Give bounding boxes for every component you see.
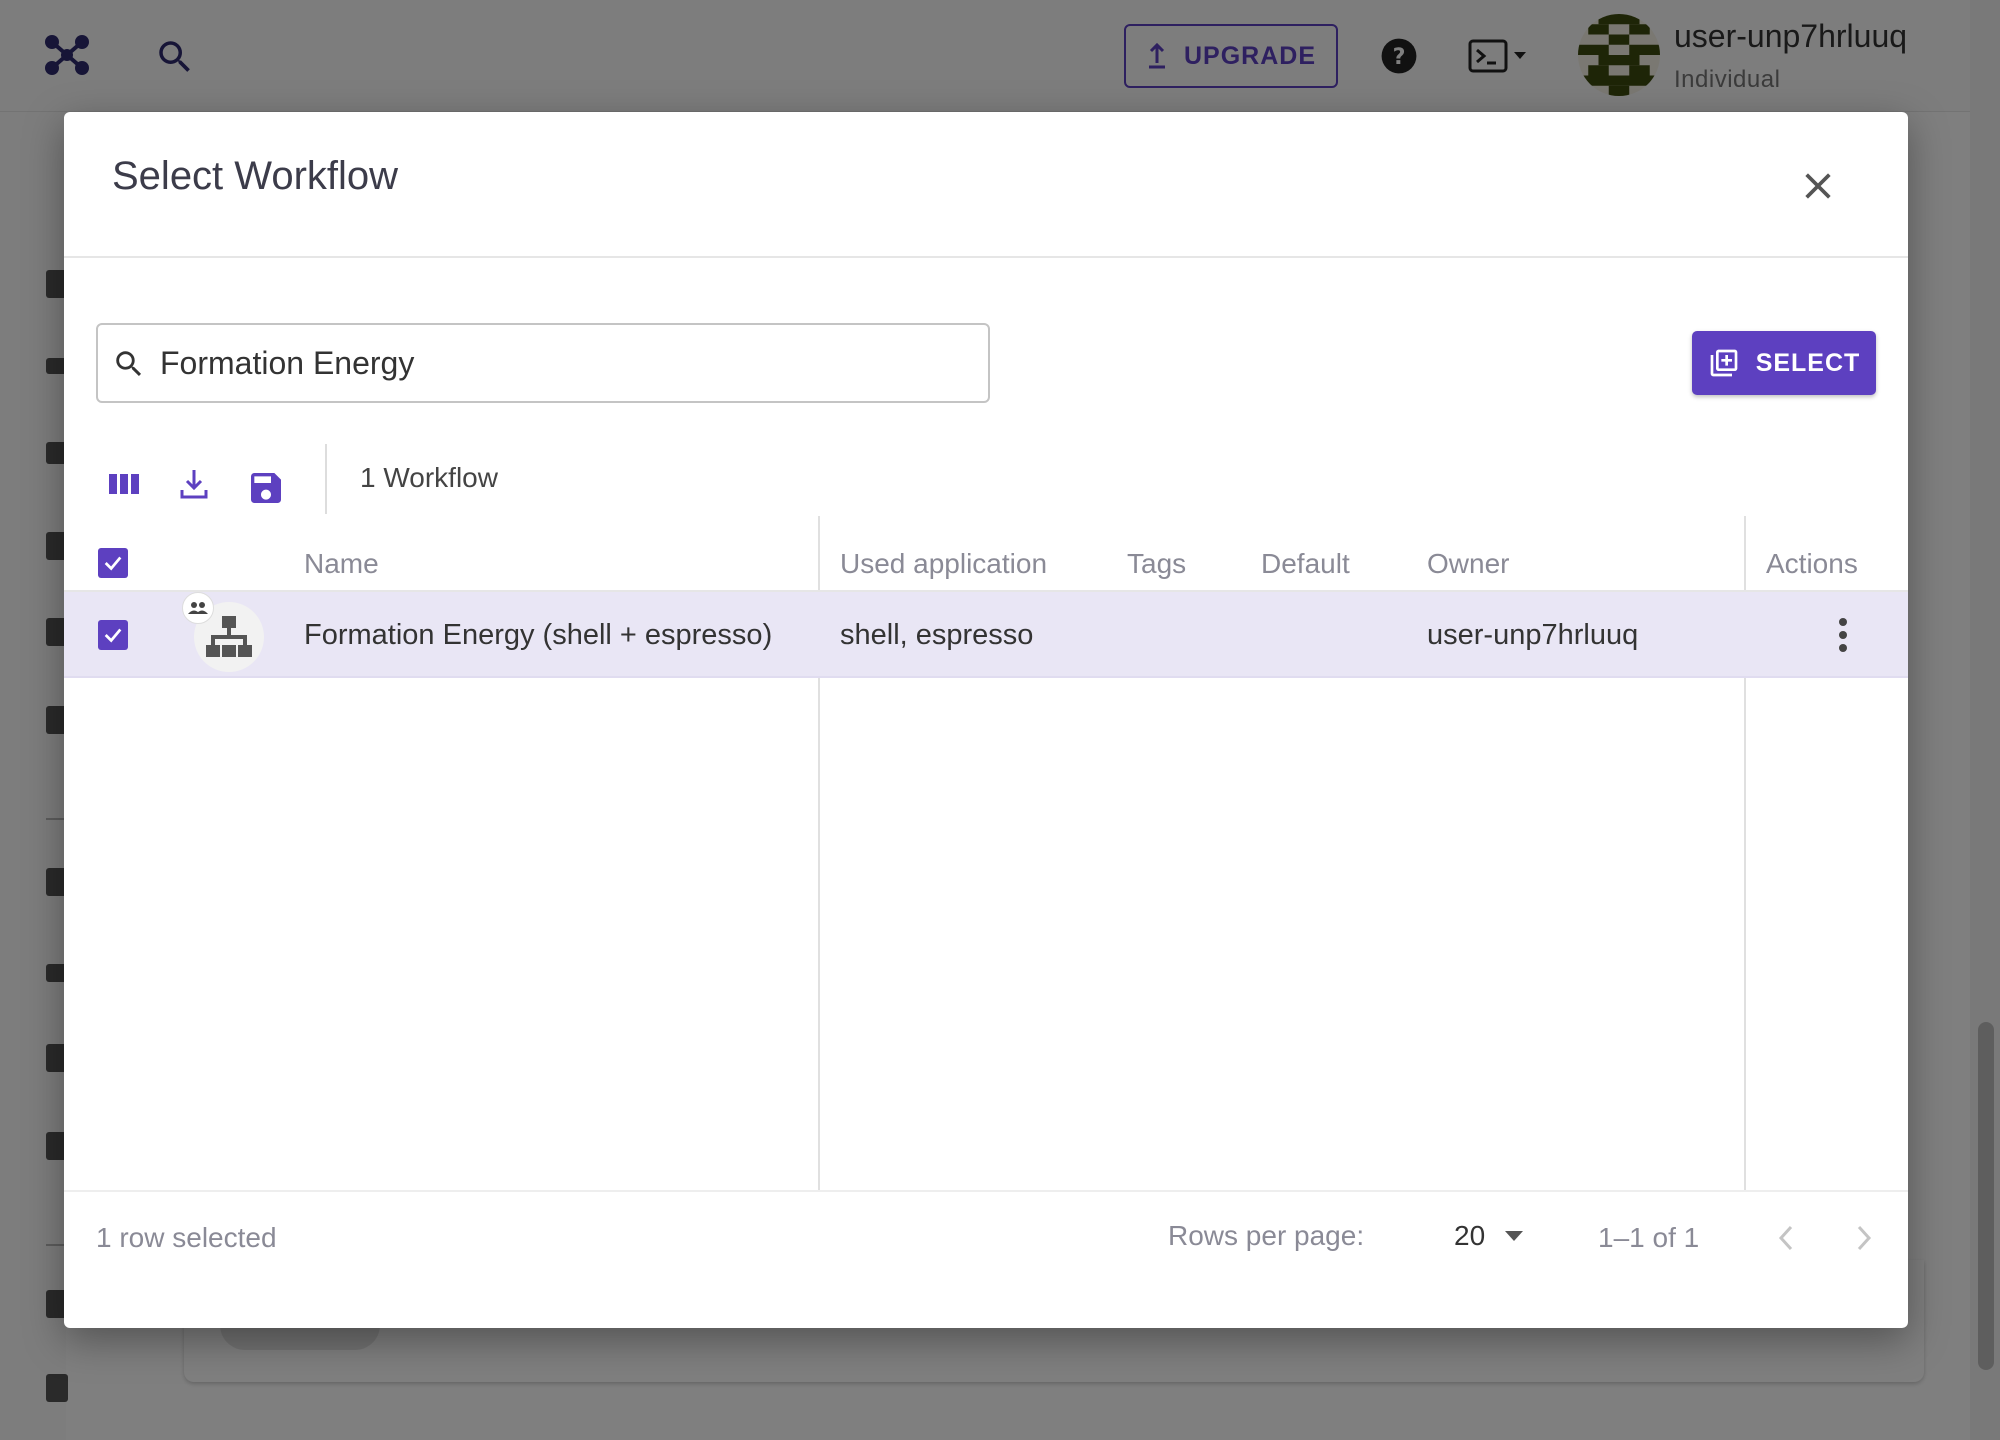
workflow-count: 1 Workflow [360, 462, 498, 493]
row-checkbox[interactable] [98, 620, 128, 650]
column-header-default[interactable]: Default [1261, 536, 1350, 592]
row-used-application: shell, espresso [840, 619, 1034, 651]
view-column-icon [109, 474, 139, 494]
select-workflow-dialog: Select Workflow SELECT 1 Workflo [64, 112, 1908, 1328]
download-icon [180, 470, 208, 499]
shared-badge [182, 592, 214, 624]
select-label: SELECT [1755, 348, 1861, 377]
select-button[interactable]: SELECT [1692, 331, 1876, 395]
search-icon [116, 351, 142, 377]
more-vertical-icon [1839, 618, 1847, 652]
rows-per-page-label: Rows per page: [1168, 1220, 1365, 1251]
download-button[interactable] [170, 460, 218, 508]
arrow-drop-down-icon [1505, 1231, 1524, 1241]
column-header-used-application[interactable]: Used application [840, 536, 1047, 592]
library-add-icon [1710, 349, 1738, 377]
chevron-left-icon [1778, 1225, 1793, 1251]
dialog-header: Select Workflow [64, 112, 1908, 258]
close-button[interactable] [1794, 162, 1842, 210]
column-header-actions: Actions [1766, 548, 1858, 579]
rows-per-page-select[interactable]: 20 [1454, 1214, 1544, 1258]
toolbar-divider [325, 444, 327, 514]
search-input[interactable] [160, 339, 970, 387]
row-owner: user-unp7hrluuq [1427, 619, 1639, 651]
prev-page-button[interactable] [1764, 1216, 1808, 1260]
selection-count: 1 row selected [96, 1222, 277, 1253]
check-icon [104, 628, 122, 643]
row-actions-button[interactable] [1819, 610, 1867, 660]
close-icon [1805, 173, 1831, 199]
pagination-range: 1–1 of 1 [1598, 1222, 1700, 1253]
column-header-owner[interactable]: Owner [1427, 536, 1509, 592]
next-page-button[interactable] [1842, 1216, 1886, 1260]
select-all-checkbox[interactable] [98, 548, 128, 578]
column-header-tags[interactable]: Tags [1127, 536, 1186, 592]
row-name: Formation Energy (shell + espresso) [304, 619, 773, 651]
check-icon [104, 556, 122, 571]
save-button[interactable] [242, 464, 290, 512]
columns-button[interactable] [100, 460, 148, 508]
column-header-name[interactable]: Name [304, 536, 379, 592]
footer-divider [64, 1190, 1908, 1192]
people-icon [188, 602, 208, 614]
rows-per-page-value: 20 [1454, 1220, 1486, 1251]
dialog-title: Select Workflow [112, 154, 399, 198]
search-field[interactable] [96, 323, 990, 403]
chevron-right-icon [1857, 1225, 1872, 1251]
table-row[interactable]: Formation Energy (shell + espresso) shel… [64, 592, 1908, 678]
save-icon [251, 473, 281, 503]
